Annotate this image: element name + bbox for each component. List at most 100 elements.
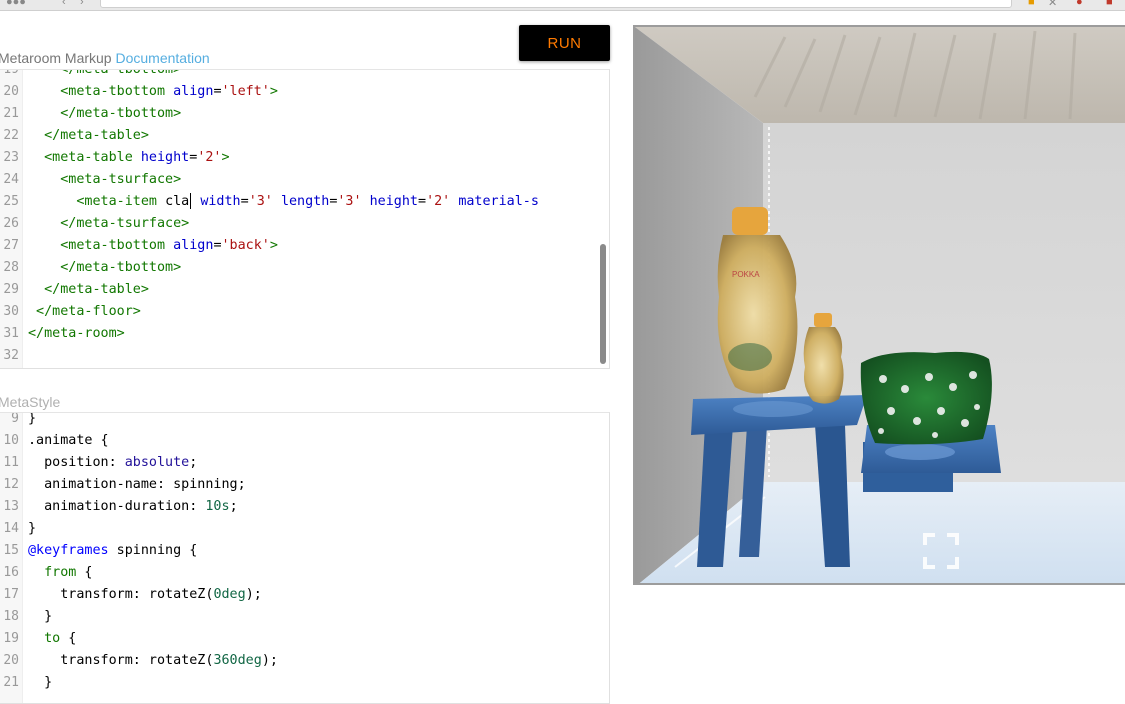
line-code: position: absolute; xyxy=(28,452,197,474)
line-code: } xyxy=(28,412,37,430)
code-token: transform: rotateZ( xyxy=(28,587,214,602)
code-token: align xyxy=(173,238,214,253)
code-token: @keyframes xyxy=(28,543,109,558)
line-number: 19 xyxy=(3,631,19,646)
line-number: 23 xyxy=(3,150,19,165)
code-token: material-s xyxy=(458,194,539,209)
style-section-label: MetaStyle xyxy=(0,394,61,410)
code-token: animation-duration: xyxy=(28,499,206,514)
markup-section-header: Metaroom Markup Documentation xyxy=(0,50,210,66)
line-number: 24 xyxy=(3,172,19,187)
line-code: transform: rotateZ(360deg); xyxy=(28,650,278,672)
code-token: </meta-tbottom> xyxy=(28,260,182,275)
code-token: } xyxy=(28,609,53,624)
line-number: 28 xyxy=(3,260,19,275)
code-token: } xyxy=(28,675,53,690)
line-number: 17 xyxy=(3,587,19,602)
markup-editor-scrollbar[interactable] xyxy=(600,244,606,364)
code-token: = xyxy=(213,238,222,253)
3d-scene-viewport[interactable]: POKKA xyxy=(633,25,1125,585)
line-number: 15 xyxy=(3,543,19,558)
line-code: } xyxy=(28,672,52,694)
code-token: from xyxy=(44,565,77,580)
run-button[interactable]: RUN xyxy=(519,25,610,61)
line-code: </meta-table> xyxy=(28,279,149,301)
code-token: width xyxy=(200,194,241,209)
nav-back-icon[interactable]: ‹ xyxy=(62,0,66,8)
style-section-header: MetaStyle xyxy=(0,394,60,410)
line-number: 9 xyxy=(11,412,19,426)
code-token: 0deg xyxy=(213,587,246,602)
code-token: ; xyxy=(189,455,198,470)
code-token: 'back' xyxy=(221,238,270,253)
code-token: ; xyxy=(229,499,238,514)
markup-code-editor[interactable]: 19 </meta-tbottom> 20 <meta-tbottom align… xyxy=(0,69,610,369)
line-code: from { xyxy=(28,562,93,584)
code-token: position: xyxy=(28,455,125,470)
line-code: transform: rotateZ(0deg); xyxy=(28,584,262,606)
fullscreen-icon[interactable] xyxy=(923,533,959,569)
code-token: 10s xyxy=(205,499,230,514)
markup-section-label: Metaroom Markup xyxy=(0,50,112,66)
code-token: = xyxy=(213,84,222,99)
line-code: </meta-table> xyxy=(28,125,149,147)
line-code: <meta-tbottom align='left'> xyxy=(28,81,278,103)
line-number: 18 xyxy=(3,609,19,624)
code-token: ); xyxy=(261,653,278,668)
code-token: length xyxy=(280,194,330,209)
code-token: </meta-tsurface> xyxy=(28,216,190,231)
line-code: to { xyxy=(28,628,76,650)
star-icon[interactable]: ■ xyxy=(1028,0,1035,8)
line-number: 16 xyxy=(3,565,19,580)
line-number: 21 xyxy=(3,675,19,690)
extension-icon[interactable]: ● xyxy=(1076,0,1083,8)
code-token: cla xyxy=(165,194,190,209)
nav-forward-icon[interactable]: › xyxy=(80,0,84,8)
code-token: { xyxy=(76,565,93,580)
line-code: </meta-tbottom> xyxy=(28,257,181,279)
code-token: </meta-tbottom> xyxy=(28,69,182,77)
style-code-editor[interactable]: 9} 10 .animate {11 position: absolute; 12 a… xyxy=(0,412,610,704)
line-number: 10 xyxy=(3,433,19,448)
line-number: 25 xyxy=(3,194,19,209)
line-number: 26 xyxy=(3,216,19,231)
pillow xyxy=(860,351,992,445)
code-token: } xyxy=(28,412,37,426)
extension-icon-2[interactable]: ■ xyxy=(1106,0,1113,8)
code-token: </meta-table> xyxy=(28,282,149,297)
code-token: { xyxy=(60,631,77,646)
code-token: '3' xyxy=(248,194,273,209)
code-token: </meta-table> xyxy=(28,128,149,143)
line-code: </meta-room> xyxy=(28,323,125,345)
code-token: = xyxy=(418,194,427,209)
line-code: animation-name: spinning; xyxy=(28,474,246,496)
line-code: </meta-floor> xyxy=(28,301,141,323)
close-icon[interactable]: ✕ xyxy=(1048,0,1057,9)
address-bar[interactable] xyxy=(100,0,1012,8)
browser-top-strip: ●●● ‹ › ■ ✕ ● ■ xyxy=(0,0,1125,11)
line-number: 11 xyxy=(3,455,19,470)
code-token: align xyxy=(173,84,214,99)
line-code: animation-duration: 10s; xyxy=(28,496,238,518)
code-token: transform: rotateZ( xyxy=(28,653,214,668)
line-code: <meta-tbottom align='back'> xyxy=(28,235,278,257)
documentation-link[interactable]: Documentation xyxy=(115,50,209,66)
code-token: > xyxy=(269,238,278,253)
code-token: <meta-table xyxy=(28,150,141,165)
line-number: 13 xyxy=(3,499,19,514)
code-token: ); xyxy=(245,587,262,602)
line-code: @keyframes spinning { xyxy=(28,540,197,562)
code-token: spinning { xyxy=(108,543,198,558)
line-code: </meta-tbottom> xyxy=(28,103,181,125)
scene-render: POKKA xyxy=(635,27,1125,583)
code-token: '2' xyxy=(426,194,451,209)
line-code: } xyxy=(28,518,36,540)
line-number: 21 xyxy=(3,106,19,121)
line-number: 19 xyxy=(3,69,19,77)
line-code: </meta-tbottom> xyxy=(28,69,182,81)
code-token: .animate { xyxy=(28,433,109,448)
code-token: > xyxy=(269,84,278,99)
code-token: 'left' xyxy=(221,84,270,99)
